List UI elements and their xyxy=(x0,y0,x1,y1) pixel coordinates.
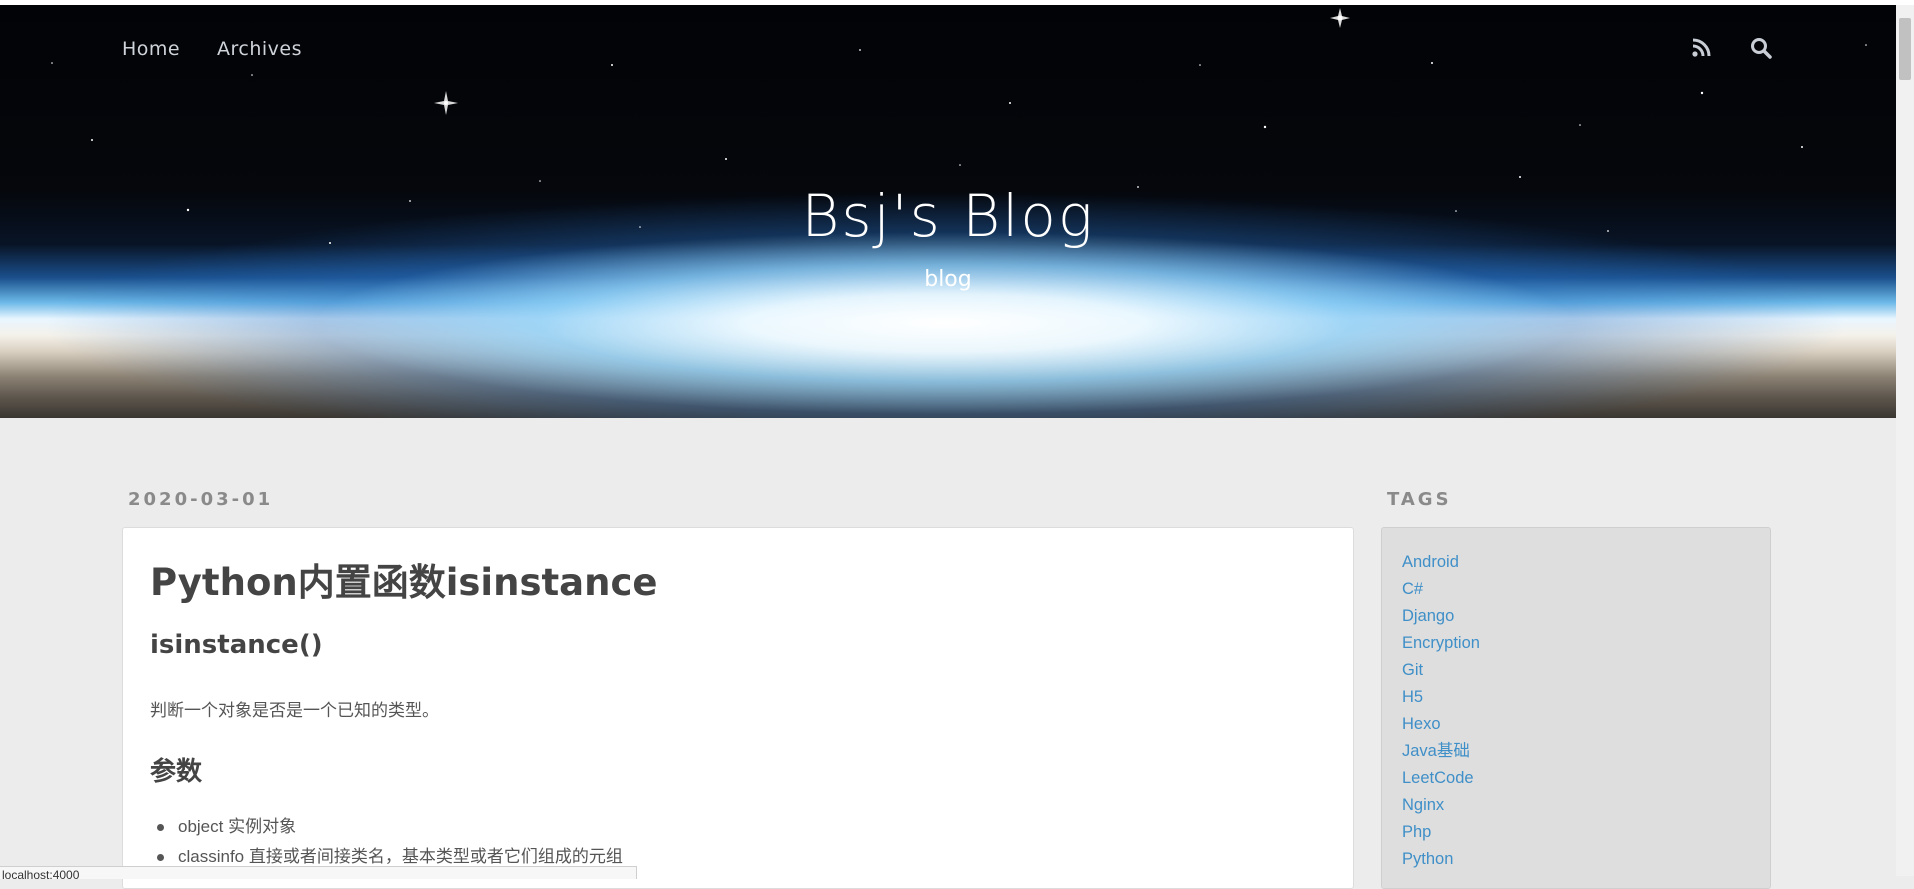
rss-icon[interactable] xyxy=(1688,35,1714,61)
tag-h5[interactable]: H5 xyxy=(1402,688,1423,706)
post-heading-isinstance: isinstance() xyxy=(150,630,323,660)
post-heading-params: 参数 xyxy=(150,757,203,787)
list-item: Python xyxy=(1402,846,1480,873)
post-title[interactable]: Python内置函数isinstance xyxy=(150,552,658,606)
list-item: Encryption xyxy=(1402,630,1480,657)
tag-nginx[interactable]: Nginx xyxy=(1402,796,1444,814)
param-object: object 实例对象 xyxy=(178,817,297,836)
tag-django[interactable]: Django xyxy=(1402,607,1454,625)
bullet xyxy=(157,854,164,861)
list-item: LeetCode xyxy=(1402,765,1480,792)
tag-java[interactable]: Java基础 xyxy=(1402,742,1470,760)
list-item: C# xyxy=(1402,576,1480,603)
tag-android[interactable]: Android xyxy=(1402,553,1459,571)
params-list: object 实例对象 classinfo 直接或者间接类名，基本类型或者它们组… xyxy=(150,812,623,872)
tag-python[interactable]: Python xyxy=(1402,850,1453,868)
param-classinfo: classinfo 直接或者间接类名，基本类型或者它们组成的元组 xyxy=(178,847,623,866)
list-item: H5 xyxy=(1402,684,1480,711)
tag-csharp[interactable]: C# xyxy=(1402,580,1423,598)
list-item: Git xyxy=(1402,657,1480,684)
blog-subtitle: blog xyxy=(924,267,972,292)
nav-home-link[interactable]: Home xyxy=(122,38,180,60)
header-banner: Home Archives Bsj's Blog blog xyxy=(0,5,1896,418)
tag-encryption[interactable]: Encryption xyxy=(1402,634,1480,652)
tag-leetcode[interactable]: LeetCode xyxy=(1402,769,1474,787)
scrollbar-thumb[interactable] xyxy=(1899,18,1911,80)
search-icon[interactable] xyxy=(1748,35,1774,61)
list-item: Django xyxy=(1402,603,1480,630)
list-item: Nginx xyxy=(1402,792,1480,819)
tag-hexo[interactable]: Hexo xyxy=(1402,715,1441,733)
page-scrollbar[interactable] xyxy=(1896,5,1914,876)
list-item: Php xyxy=(1402,819,1480,846)
post-date: 2020-03-01 xyxy=(128,489,274,510)
list-item: Android xyxy=(1402,549,1480,576)
bullet xyxy=(157,824,164,831)
blog-title: Bsj's Blog xyxy=(801,182,1095,250)
list-item: Java基础 xyxy=(1402,738,1480,765)
list-item: Hexo xyxy=(1402,711,1480,738)
tags-heading: TAGS xyxy=(1387,489,1452,510)
browser-status-bar: localhost:4000 xyxy=(0,866,637,879)
post-description: 判断一个对象是否是一个已知的类型。 xyxy=(150,701,439,720)
list-item: object 实例对象 xyxy=(150,812,623,842)
nav-archives-link[interactable]: Archives xyxy=(217,38,302,60)
tag-php[interactable]: Php xyxy=(1402,823,1431,841)
tag-git[interactable]: Git xyxy=(1402,661,1423,679)
tag-list: Android C# Django Encryption Git H5 Hexo… xyxy=(1402,549,1480,873)
